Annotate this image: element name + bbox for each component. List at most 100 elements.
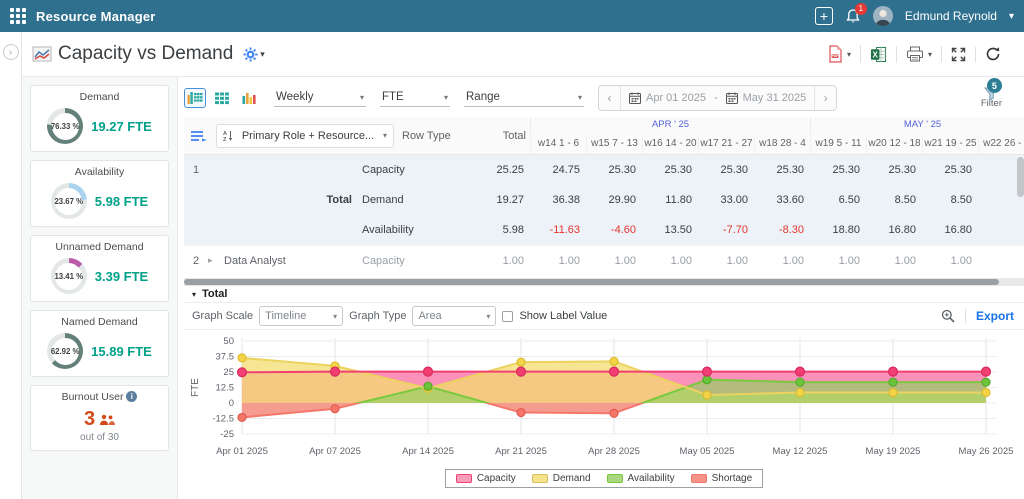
date-from-field[interactable]: Apr 01 2025 <box>621 86 714 110</box>
group-by-select[interactable]: AZ Primary Role + Resource... ▾ <box>216 124 394 148</box>
notifications-button[interactable]: 1 <box>845 8 861 25</box>
month-group-header: MAY ' 25 <box>810 117 1024 133</box>
week-value-cell: -4.60 <box>586 224 642 236</box>
week-value-cell: 25.30 <box>698 164 754 176</box>
view-chart-button[interactable] <box>238 88 260 108</box>
week-value-cell: 6.50 <box>810 194 866 206</box>
period-select[interactable]: Weekly▾ <box>274 89 366 107</box>
view-combined-button[interactable] <box>184 88 206 108</box>
demand-donut: 76.33 % <box>47 108 83 144</box>
week-column-header: w21 19 - 25 <box>922 133 978 154</box>
avatar[interactable] <box>873 6 893 26</box>
left-rail: › <box>0 32 22 499</box>
capacity-point <box>982 367 991 376</box>
capacity-point <box>796 367 805 376</box>
legend-swatch <box>532 474 548 483</box>
grid-view-icon <box>215 92 230 105</box>
collapse-icon[interactable]: ▾ <box>192 290 196 299</box>
user-menu-chevron-icon[interactable]: ▾ <box>1009 11 1014 22</box>
kpi-card-availability: Availability 23.67 % 5.98 FTE <box>30 160 169 227</box>
capacity-point <box>331 367 340 376</box>
row-type-cell: Capacity <box>362 164 474 176</box>
caret-down-icon: ▾ <box>383 131 387 140</box>
y-tick-label: 50 <box>223 336 234 347</box>
y-axis-label: FTE <box>190 378 201 397</box>
burnout-count: 3 <box>84 408 115 431</box>
legend-label: Demand <box>553 473 591 484</box>
fullscreen-button[interactable] <box>942 47 976 62</box>
kpi-value: 3.39 FTE <box>95 269 148 284</box>
unit-select[interactable]: FTE▾ <box>380 89 450 107</box>
graph-scale-select[interactable]: Timeline▾ <box>259 306 343 326</box>
date-prev-button[interactable]: ‹ <box>599 86 621 110</box>
caret-down-icon: ▾ <box>360 93 364 102</box>
excel-icon: X <box>870 46 887 63</box>
unnamed-demand-donut: 13.41 % <box>51 258 87 294</box>
total-column-header: Total <box>503 130 530 142</box>
row-name: Data Analyst <box>224 255 362 267</box>
week-value-cell: 16.80 <box>922 224 978 236</box>
print-button[interactable]: ▾ <box>897 46 942 62</box>
date-to-field[interactable]: May 31 2025 <box>718 86 815 110</box>
kpi-card-unnamed-demand: Unnamed Demand 13.41 % 3.39 FTE <box>30 235 169 302</box>
filter-button[interactable]: 5 Filter <box>981 87 1014 109</box>
kpi-card-named-demand: Named Demand 62.92 % 15.89 FTE <box>30 310 169 377</box>
week-value-cell: -8.30 <box>754 224 810 236</box>
row-type-cell: Capacity <box>362 255 474 267</box>
row-menu-icon[interactable] <box>190 129 208 143</box>
y-tick-label: 12.5 <box>216 383 235 394</box>
row-type-cell: Demand <box>362 194 474 206</box>
app-grid-icon[interactable] <box>10 8 26 24</box>
week-value-cell: 33.00 <box>698 194 754 206</box>
week-value-cell: -11.63 <box>530 224 586 236</box>
table-row: 1Capacity25.2524.7525.3025.3025.3025.302… <box>184 155 1024 185</box>
y-tick-label: 37.5 <box>216 352 235 363</box>
horizontal-scrollbar-thumb[interactable] <box>184 279 999 285</box>
view-grid-button[interactable] <box>211 88 233 108</box>
legend-item: Shortage <box>691 473 753 484</box>
show-label-value-checkbox[interactable] <box>502 311 513 322</box>
refresh-button[interactable] <box>976 46 1010 62</box>
pdf-caret-icon: ▾ <box>847 50 851 59</box>
kpi-label: Demand <box>37 91 162 103</box>
week-value-cell: 1.00 <box>642 255 698 267</box>
availability-point <box>424 382 432 390</box>
week-value-cell: 13.50 <box>642 224 698 236</box>
vertical-scrollbar[interactable] <box>1017 157 1024 197</box>
availability-point <box>703 376 711 384</box>
legend-item: Demand <box>532 473 591 484</box>
legend-label: Availability <box>628 473 675 484</box>
export-pdf-button[interactable]: PDF ▾ <box>818 45 861 63</box>
demand-point <box>610 357 618 365</box>
availability-point <box>889 378 897 386</box>
week-value-cell: 36.38 <box>530 194 586 206</box>
page-title: Capacity vs Demand <box>58 43 233 65</box>
person-icon <box>873 6 893 26</box>
total-cell: 5.98 <box>474 224 530 236</box>
x-tick-label: Apr 28 2025 <box>588 446 640 457</box>
calendar-icon <box>629 92 641 104</box>
caret-down-icon: ▾ <box>578 93 582 102</box>
week-header-row: w14 1 - 6w15 7 - 13w16 14 - 20w17 21 - 2… <box>530 133 1024 154</box>
info-icon[interactable]: i <box>126 391 137 402</box>
legend-item: Availability <box>607 473 675 484</box>
chart-canvas: 5037.52512.50-12.5-25Apr 01 2025Apr 07 2… <box>186 334 1014 462</box>
range-select[interactable]: Range▾ <box>464 89 584 107</box>
graph-type-select[interactable]: Area▾ <box>412 306 496 326</box>
date-next-button[interactable]: › <box>814 86 836 110</box>
settings-caret-icon: ▾ <box>260 49 265 60</box>
x-tick-label: Apr 01 2025 <box>216 446 268 457</box>
page-settings-button[interactable]: ▾ <box>243 47 265 62</box>
row-type-cell: Availability <box>362 224 474 236</box>
kpi-value: 5.98 FTE <box>95 194 148 209</box>
add-button[interactable]: + <box>815 7 833 25</box>
export-excel-button[interactable]: X <box>861 46 897 63</box>
capacity-point <box>610 367 619 376</box>
row-expander-icon[interactable]: ▸ <box>208 255 224 266</box>
rail-expand-button[interactable]: › <box>3 44 19 60</box>
zoom-in-icon[interactable] <box>941 309 955 323</box>
week-value-cell: -7.70 <box>698 224 754 236</box>
export-chart-button[interactable]: Export <box>976 309 1014 323</box>
x-tick-label: May 26 2025 <box>959 446 1014 457</box>
kpi-label: Availability <box>37 166 162 178</box>
